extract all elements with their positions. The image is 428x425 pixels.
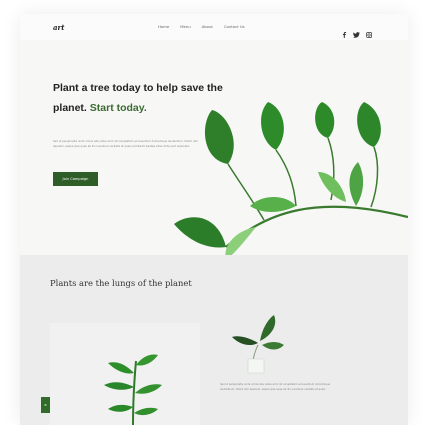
zz-plant-image [104, 354, 162, 425]
vase-plant-image [220, 307, 292, 377]
section-title: Plants are the lungs of the planet [50, 278, 192, 288]
headline-accent: Start today. [89, 102, 147, 114]
join-campaign-button[interactable]: Join Campaign [53, 172, 98, 186]
logo[interactable]: art [53, 23, 64, 32]
nav-menu: Home Menu About Contact Us [158, 24, 245, 29]
plant-photo [50, 323, 200, 425]
landing-page: art Home Menu About Contact Us Plant a t… [20, 14, 408, 425]
nav-menu[interactable]: Menu [180, 24, 190, 29]
section-body-text: Sed ut perspiciatis unde omnis iste natu… [220, 383, 331, 391]
side-tab[interactable]: B [41, 397, 50, 413]
lungs-section: Plants are the lungs of the planet B Sed… [20, 255, 408, 425]
nav-about[interactable]: About [202, 24, 213, 29]
hero-section: Plant a tree today to help save the plan… [20, 40, 408, 260]
nav-home[interactable]: Home [158, 24, 169, 29]
nav-contact[interactable]: Contact Us [224, 24, 245, 29]
top-nav: art Home Menu About Contact Us [20, 14, 408, 40]
leaf-branch-image [174, 102, 408, 260]
